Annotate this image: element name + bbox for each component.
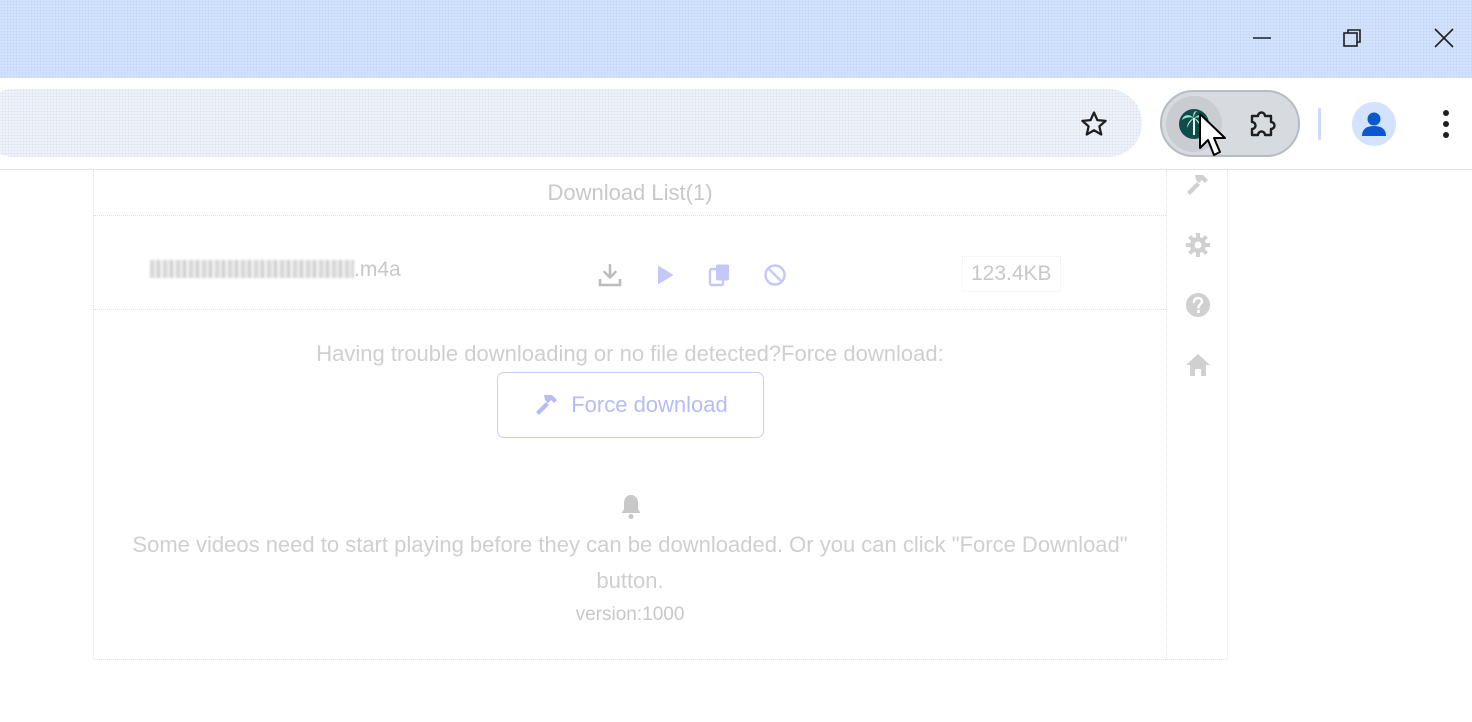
file-size: 123.4KB <box>962 256 1061 292</box>
copy-icon <box>708 264 729 287</box>
extensions-menu-button[interactable] <box>1234 96 1290 152</box>
version-label: version:1000 <box>575 604 685 625</box>
browser-toolbar <box>0 78 1472 170</box>
force-download-label: Force download <box>571 392 728 417</box>
file-extension: .m4a <box>354 258 401 281</box>
play-icon <box>658 265 674 285</box>
download-icon <box>598 263 622 287</box>
copy-link-button[interactable] <box>705 260 735 290</box>
vertical-dots-icon <box>1443 110 1449 138</box>
gear-icon <box>1186 233 1210 257</box>
close-button[interactable] <box>1424 18 1464 58</box>
star-icon <box>1081 111 1107 136</box>
restore-icon <box>1343 29 1361 47</box>
extension-button[interactable] <box>1166 96 1222 152</box>
restore-button[interactable] <box>1332 18 1372 58</box>
puzzle-icon <box>1250 111 1276 137</box>
hammer-icon <box>1187 175 1208 195</box>
help-note: Some videos need to start playing before… <box>132 532 1128 593</box>
play-file-button[interactable] <box>650 260 680 290</box>
remove-item-button[interactable] <box>760 260 790 290</box>
home-icon <box>1186 354 1210 376</box>
block-icon <box>764 264 786 286</box>
home-button[interactable] <box>1181 348 1215 382</box>
download-file-button[interactable] <box>595 260 625 290</box>
redacted-file-name <box>150 260 354 278</box>
download-panel: Download List(1) .m4a 123.4KB Having tro… <box>94 170 1166 660</box>
palm-tree-icon <box>1179 109 1209 139</box>
force-download-button[interactable]: Force download <box>497 372 764 438</box>
window-titlebar <box>0 0 1472 78</box>
browser-menu-button[interactable] <box>1428 102 1464 146</box>
side-force-button[interactable] <box>1181 168 1215 202</box>
close-icon <box>1434 28 1454 48</box>
bell-icon <box>621 495 641 519</box>
profile-button[interactable] <box>1352 102 1396 146</box>
minimize-button[interactable] <box>1242 18 1282 58</box>
extension-popup: Download List(1) .m4a 123.4KB Having tro… <box>93 170 1228 660</box>
hammer-icon <box>536 395 558 415</box>
download-list-header: Download List(1) <box>94 170 1166 216</box>
file-name: .m4a <box>150 258 401 282</box>
help-button[interactable] <box>1181 288 1215 322</box>
help-icon <box>1186 293 1210 317</box>
toolbar-separator <box>1318 108 1321 140</box>
settings-button[interactable] <box>1181 228 1215 262</box>
bookmark-button[interactable] <box>1072 102 1116 146</box>
trouble-message: Having trouble downloading or no file de… <box>316 341 944 366</box>
person-icon <box>1362 112 1386 136</box>
side-menu <box>1166 170 1228 660</box>
minimize-icon <box>1253 37 1271 39</box>
extension-pill <box>1160 90 1300 157</box>
download-item-row: .m4a 123.4KB <box>94 216 1166 310</box>
address-bar[interactable] <box>0 89 1142 157</box>
